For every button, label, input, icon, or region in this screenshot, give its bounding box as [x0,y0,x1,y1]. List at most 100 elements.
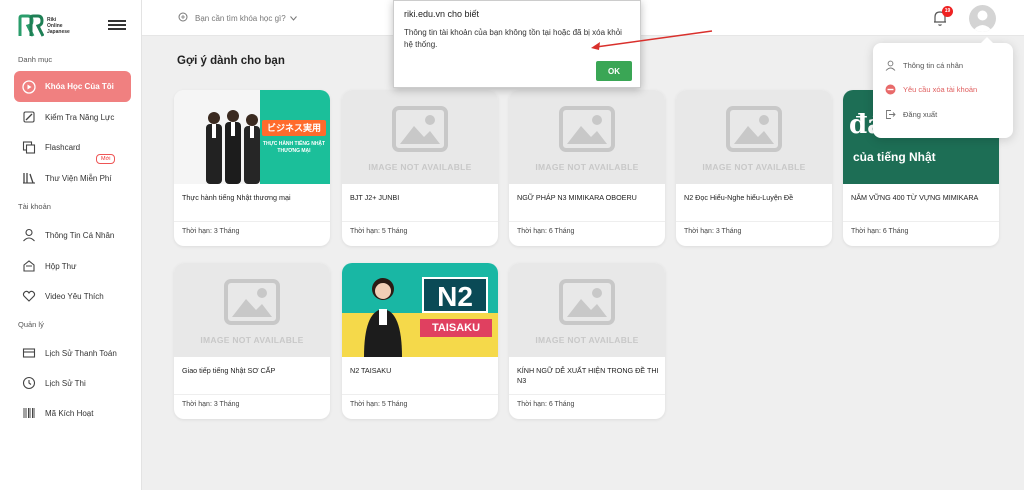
sidebar-item-skill-test[interactable]: Kiểm Tra Năng Lực [14,103,131,131]
sidebar-item-label: Hộp Thư [45,261,77,271]
sidebar-item-label: Video Yêu Thích [45,291,104,301]
avatar[interactable] [969,5,996,32]
sidebar-item-label: Lịch Sử Thi [45,378,86,388]
image-not-available-text: IMAGE NOT AVAILABLE [200,335,304,345]
sidebar-item-label: Mã Kích Hoạt [45,408,94,418]
dropdown-item-label: Thông tin cá nhân [903,61,964,70]
sidebar-item-label: Khóa Học Của Tôi [45,82,114,91]
course-card[interactable]: N2 TAISAKU N2 TAISAKU Thời hạn: 5 Tháng [342,263,498,419]
thumb-subtitle: THƯƠNG MẠI [277,148,311,154]
sidebar-item-activation-code[interactable]: Mã Kích Hoạt [14,399,131,427]
course-name: N2 TAISAKU [350,366,392,375]
menu-toggle-icon[interactable] [108,20,126,30]
barcode-icon [22,406,36,420]
course-thumbnail: IMAGE NOT AVAILABLE [676,90,832,184]
course-duration: Thời hạn: 6 Tháng [851,228,909,235]
image-placeholder-icon [726,106,782,152]
course-card[interactable]: IMAGE NOT AVAILABLE Giao tiếp tiếng Nhật… [174,263,330,419]
image-placeholder-icon [559,106,615,152]
course-card[interactable]: IMAGE NOT AVAILABLE N2 Đọc Hiểu-Nghe hiể… [676,90,832,246]
payment-icon [22,346,36,360]
image-placeholder-icon [224,279,280,325]
course-duration: Thời hạn: 6 Tháng [517,401,575,408]
sidebar-item-label: Flashcard [45,142,81,152]
logout-icon [885,109,896,120]
sidebar-item-label: Thông Tin Cá Nhân [45,230,115,240]
user-icon [885,60,896,71]
new-badge: Mới [96,154,116,164]
business-people-image [202,104,264,184]
course-thumbnail: IMAGE NOT AVAILABLE [509,263,665,357]
pencil-icon [22,110,36,124]
course-name: KÍNH NGỮ DỄ XUẤT HIỆN TRONG ĐỀ THI N3 [517,366,659,385]
thumb-subtitle: của tiếng Nhật [853,150,936,164]
thumb-title: ビジネス実用 [262,120,326,136]
thumb-subtitle: TAISAKU [420,319,492,337]
course-thumbnail: ビジネス実用 THỰC HÀNH TIẾNG NHẬT THƯƠNG MẠI [174,90,330,184]
user-icon [22,228,36,242]
image-not-available-text: IMAGE NOT AVAILABLE [535,162,639,172]
ok-button[interactable]: OK [596,61,632,81]
logo[interactable]: Riki Online Japanese [18,14,81,38]
course-duration: Thời hạn: 3 Tháng [684,228,742,235]
chevron-down-icon [289,14,297,23]
thumb-subtitle: THỰC HÀNH TIẾNG NHẬT [262,141,326,147]
course-duration: Thời hạn: 5 Tháng [350,401,408,408]
riki-logo-icon [18,14,45,38]
page-title: Gợi ý dành cho bạn [177,55,285,67]
image-not-available-text: IMAGE NOT AVAILABLE [368,162,472,172]
image-placeholder-icon [392,106,448,152]
sidebar-item-exam-history[interactable]: Lịch Sử Thi [14,369,131,397]
sidebar-item-favorite-videos[interactable]: Video Yêu Thích [14,282,131,310]
image-not-available-text: IMAGE NOT AVAILABLE [702,162,806,172]
course-card[interactable]: IMAGE NOT AVAILABLE NGỮ PHÁP N3 MIMIKARA… [509,90,665,246]
course-name: NGỮ PHÁP N3 MIMIKARA OBOERU [517,193,637,202]
profile-dropdown: Thông tin cá nhân Yêu cầu xóa tài khoản … [873,37,1013,138]
section-label-catalog: Danh mục [18,55,53,64]
course-duration: Thời hạn: 3 Tháng [182,401,240,408]
course-name: NẮM VỮNG 400 TỪ VỰNG MIMIKARA [851,193,979,202]
thumb-title: N2 [422,277,488,313]
course-duration: Thời hạn: 5 Tháng [350,228,408,235]
course-name: Thực hành tiếng Nhật thương mại [182,193,291,202]
history-icon [22,376,36,390]
course-thumbnail: IMAGE NOT AVAILABLE [509,90,665,184]
image-placeholder-icon [559,279,615,325]
sidebar-item-label: Kiểm Tra Năng Lực [45,112,115,122]
course-duration: Thời hạn: 3 Tháng [182,228,240,235]
sidebar-item-my-courses[interactable]: Khóa Học Của Tôi [14,71,131,102]
course-name: Giao tiếp tiếng Nhật SƠ CẤP [182,366,276,375]
sidebar-item-payment-history[interactable]: Lịch Sử Thanh Toán [14,339,131,367]
sidebar-item-label: Thư Viện Miễn Phí [45,173,112,183]
library-icon [22,171,36,185]
section-label-account: Tài khoản [18,202,51,211]
dropdown-item-personal-info[interactable]: Thông tin cá nhân [885,60,963,71]
dropdown-item-label: Yêu cầu xóa tài khoản [903,85,978,94]
course-card[interactable]: IMAGE NOT AVAILABLE KÍNH NGỮ DỄ XUẤT HIỆ… [509,263,665,419]
course-duration: Thời hạn: 6 Tháng [517,228,575,235]
heart-icon [22,289,36,303]
course-thumbnail: IMAGE NOT AVAILABLE [174,263,330,357]
sidebar-item-personal-info[interactable]: Thông Tin Cá Nhân [14,221,131,249]
course-card[interactable]: ビジネス実用 THỰC HÀNH TIẾNG NHẬT THƯƠNG MẠI T… [174,90,330,246]
sidebar: Riki Online Japanese Danh mục Khóa Học C… [0,0,142,490]
section-label-manage: Quản lý [18,320,44,329]
dialog-title: riki.edu.vn cho biết [404,9,480,19]
course-card[interactable]: IMAGE NOT AVAILABLE BJT J2+ JUNBI Thời h… [342,90,498,246]
sidebar-item-free-library[interactable]: Thư Viện Miễn Phí [14,164,131,192]
course-thumbnail: IMAGE NOT AVAILABLE [342,90,498,184]
teacher-photo [360,271,406,357]
cards-icon [22,140,36,154]
notification-count-badge: 19 [942,6,953,17]
search-icon [178,12,189,25]
course-thumbnail: N2 TAISAKU [342,263,498,357]
dropdown-item-logout[interactable]: Đăng xuất [885,109,937,120]
course-name: N2 Đọc Hiểu-Nghe hiểu-Luyện Đề [684,193,794,202]
search-input[interactable]: Bạn cần tìm khóa học gì? [178,12,297,25]
image-not-available-text: IMAGE NOT AVAILABLE [535,335,639,345]
dropdown-item-delete-account[interactable]: Yêu cầu xóa tài khoản [885,84,977,95]
play-circle-icon [22,79,36,94]
sidebar-item-mailbox[interactable]: Hộp Thư [14,252,131,280]
minus-circle-icon [885,84,896,95]
course-name: BJT J2+ JUNBI [350,193,400,202]
